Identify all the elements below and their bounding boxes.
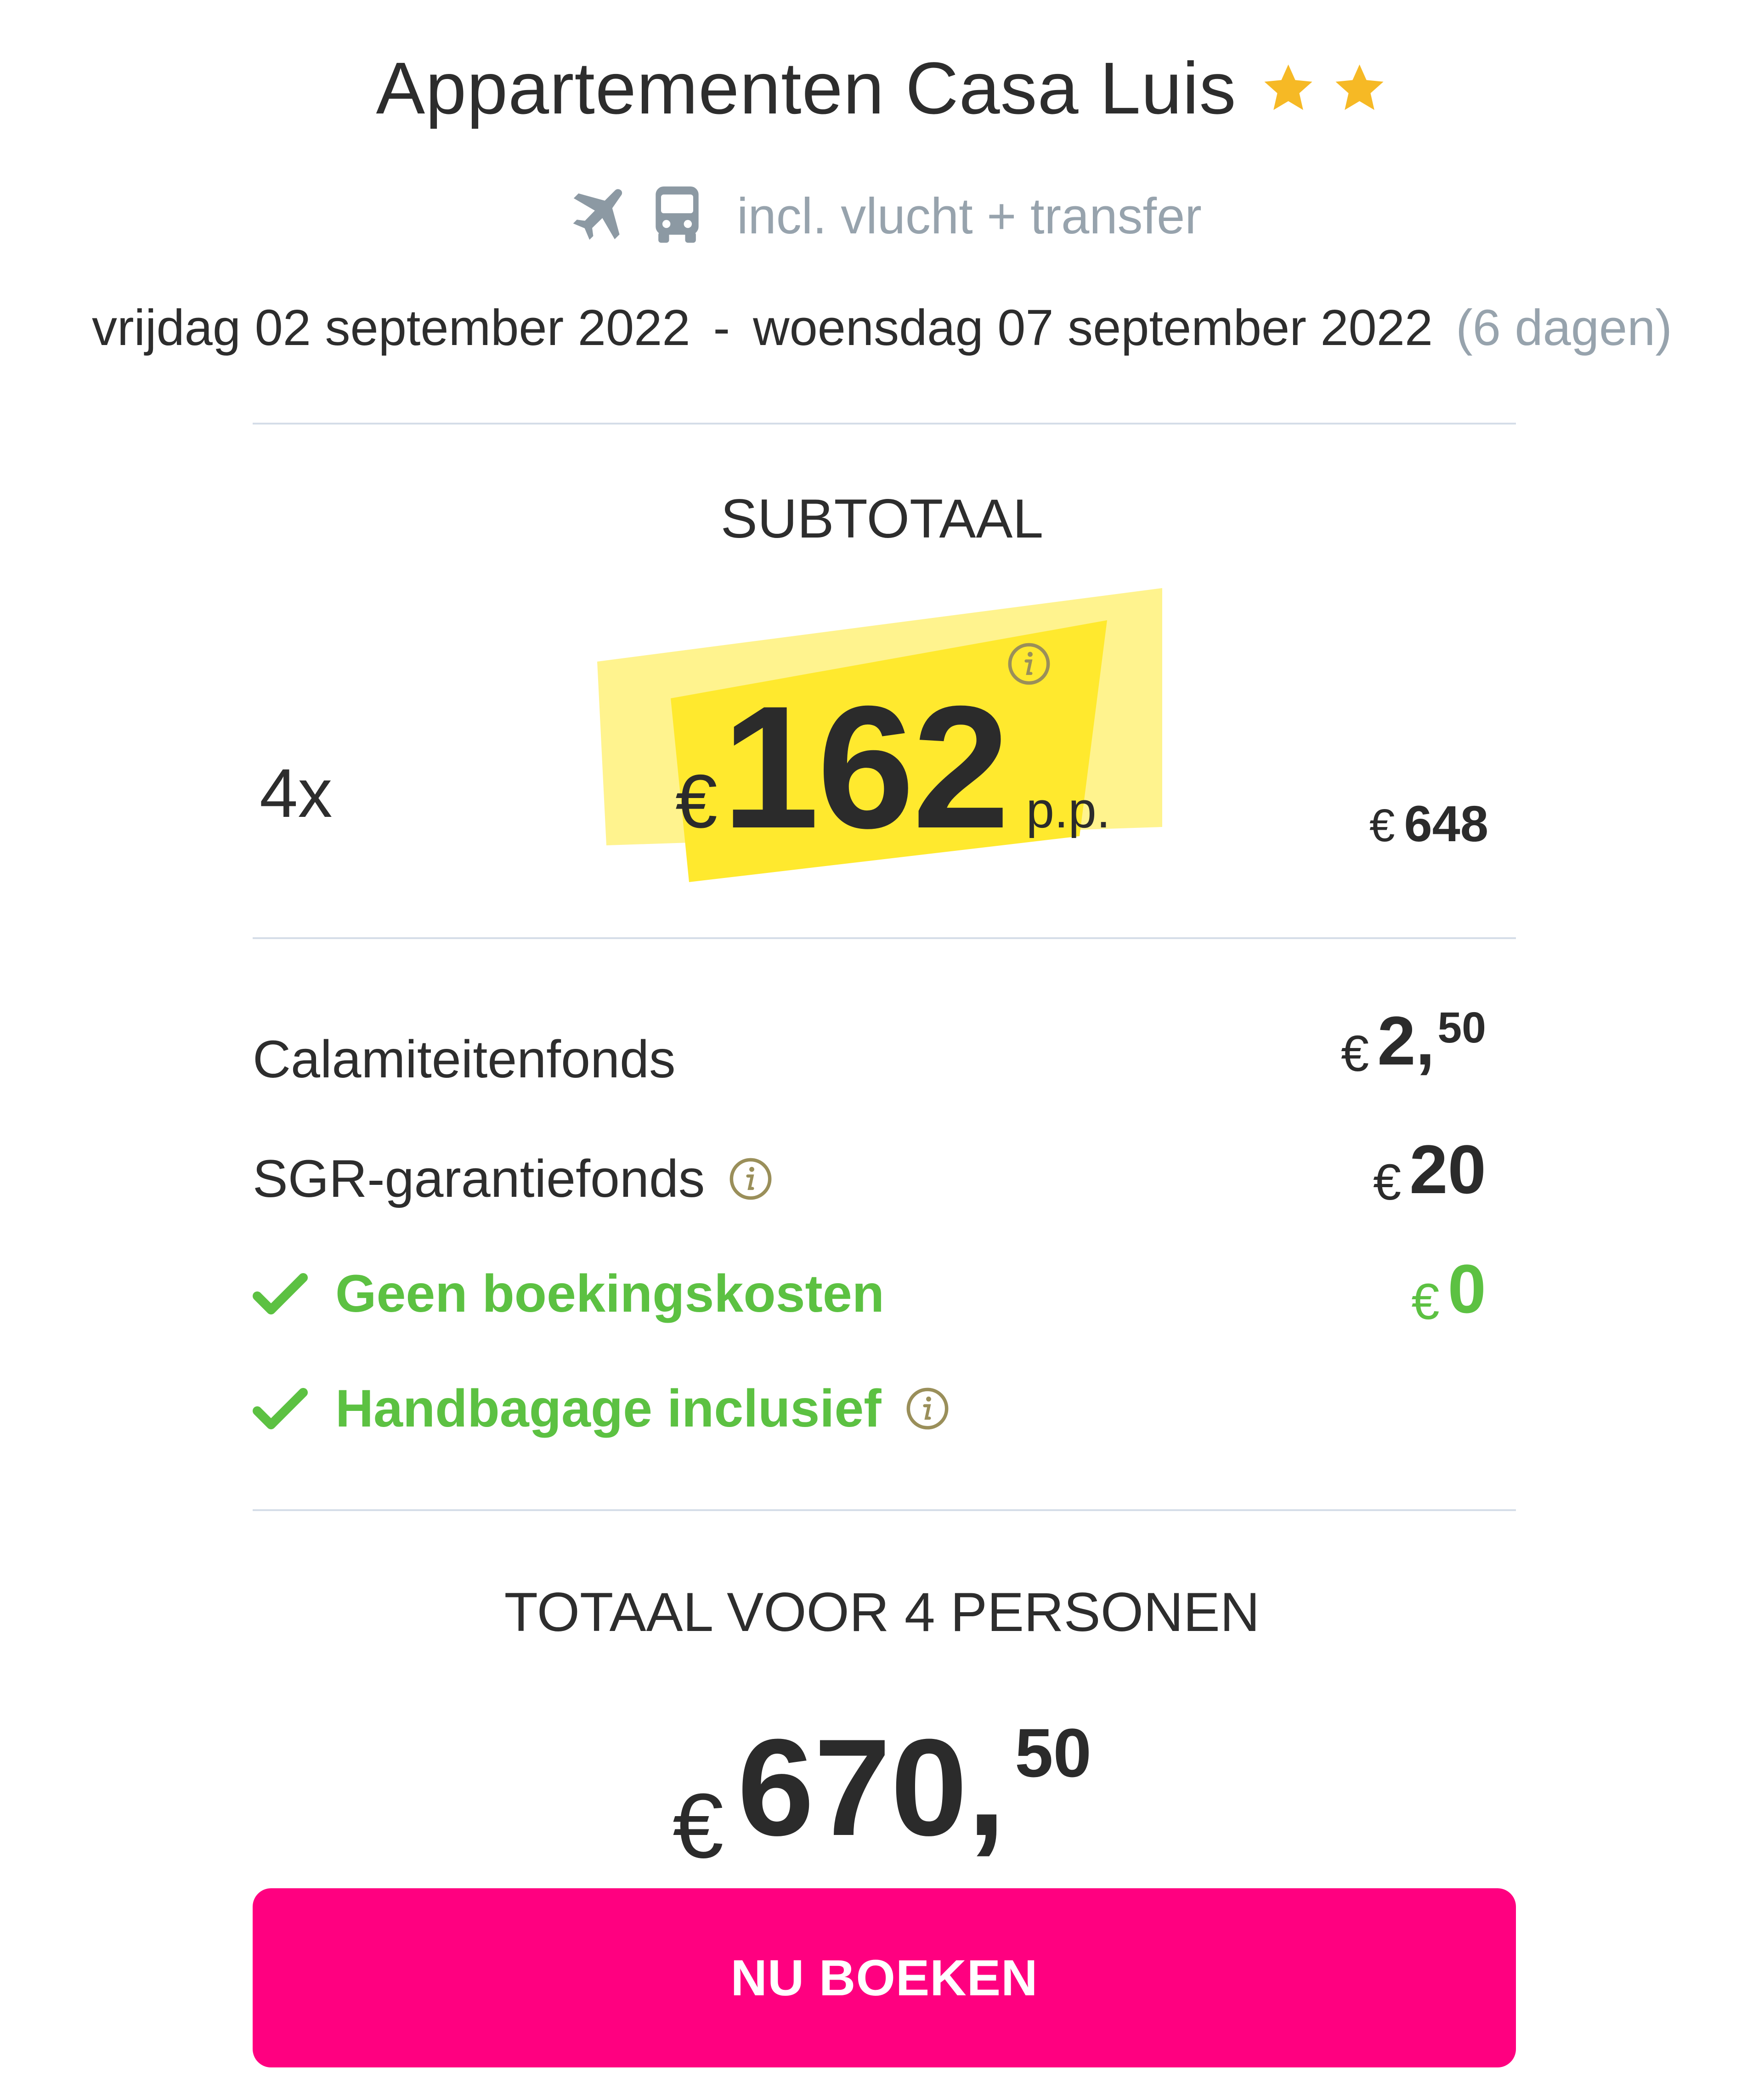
currency-symbol: € [1411, 1274, 1440, 1330]
per-person-label: p.p. [1026, 782, 1111, 838]
star-icon [1335, 64, 1384, 110]
fee-integer: 0 [1447, 1250, 1486, 1327]
total-heading: TOTAAL VOOR 4 PERSONEN [504, 1581, 1260, 1643]
traveler-quantity: 4x [260, 754, 333, 832]
fee-integer: 20 [1409, 1131, 1486, 1208]
includes-text: incl. vlucht + transfer [737, 187, 1202, 244]
plane-icon [573, 189, 622, 240]
currency-symbol: € [675, 759, 718, 844]
subtotal-amount: € 648 [1369, 795, 1488, 853]
checkmark-icon [253, 1273, 308, 1314]
info-icon[interactable] [1006, 641, 1052, 687]
trip-duration: (6 dagen) [1456, 300, 1672, 356]
divider [253, 423, 1516, 425]
divider [253, 937, 1516, 939]
fee-value-booking: € 0 [1411, 1254, 1486, 1331]
travel-includes: incl. vlucht + transfer [0, 184, 1764, 248]
start-date: vrijdag 02 september 2022 [92, 300, 690, 356]
book-now-button[interactable]: NU BOEKEN [253, 1888, 1516, 2067]
fee-label-text: Calamiteitenfonds [253, 1030, 676, 1089]
fee-label-calamiteitenfonds: Calamiteitenfonds [253, 1029, 676, 1090]
currency-symbol: € [673, 1775, 724, 1877]
currency-symbol: € [1341, 1025, 1369, 1082]
fee-label-text: SGR-garantiefonds [253, 1149, 705, 1208]
price-per-person-value: 162 [722, 669, 1010, 865]
hand-luggage-label: Handbagage inclusief [335, 1379, 882, 1438]
travel-dates: vrijdag 02 september 2022 - woensdag 07 … [0, 299, 1764, 357]
fee-decimal: 50 [1437, 1003, 1486, 1052]
subtotal-value: 648 [1404, 796, 1488, 852]
no-booking-fee-row: Geen boekingskosten [253, 1263, 884, 1324]
fee-value-sgr: € 20 [1373, 1135, 1486, 1212]
accommodation-title: Appartementen Casa Luis [376, 47, 1237, 129]
info-icon[interactable] [728, 1156, 774, 1202]
currency-symbol: € [1369, 800, 1395, 851]
checkmark-icon [253, 1388, 308, 1429]
star-icon [1264, 64, 1312, 110]
total-integer: 670, [737, 1710, 1006, 1864]
total-decimal: 50 [1015, 1714, 1091, 1791]
total-price: € 670, 50 [0, 1718, 1764, 1879]
subtotal-heading: SUBTOTAAL [720, 488, 1044, 549]
fee-integer: 2, [1377, 1002, 1435, 1079]
bus-icon [656, 186, 699, 243]
hand-luggage-row: Handbagage inclusief [253, 1378, 950, 1439]
currency-symbol: € [1373, 1154, 1402, 1211]
header-title-row: Appartementen Casa Luis [0, 46, 1764, 130]
date-separator: - [713, 300, 730, 356]
price-per-person: € 162 p.p. [675, 680, 1110, 855]
fee-label-sgr: SGR-garantiefonds [253, 1149, 774, 1209]
divider [253, 1509, 1516, 1511]
star-rating [1260, 60, 1388, 117]
info-icon[interactable] [905, 1386, 950, 1432]
end-date: woensdag 07 september 2022 [753, 300, 1433, 356]
no-booking-fee-label: Geen boekingskosten [335, 1264, 885, 1323]
fee-value-calamiteitenfonds: € 2, 50 [1341, 1006, 1486, 1083]
